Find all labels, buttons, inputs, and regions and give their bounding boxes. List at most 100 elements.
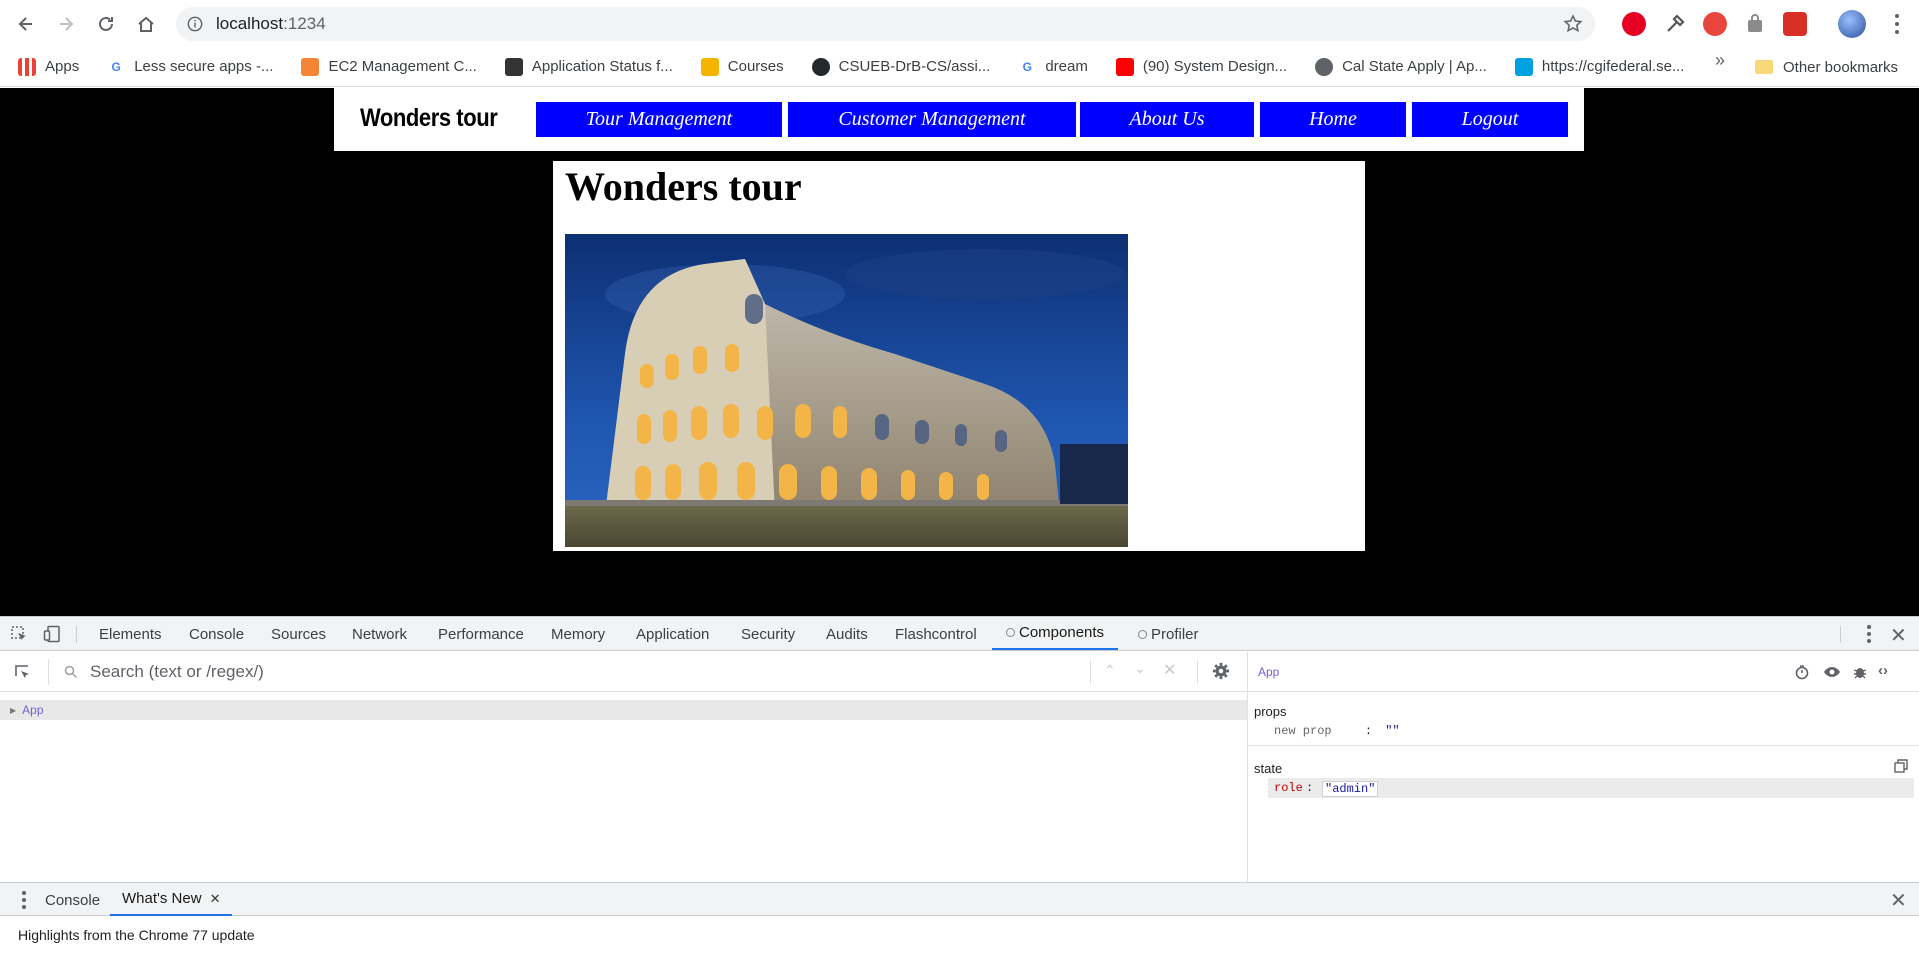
devtools-tab-label: Application: [636, 625, 710, 643]
chrome-menu-icon[interactable]: [1887, 12, 1907, 36]
devtools-tab-label: Memory: [551, 625, 606, 643]
back-button[interactable]: [6, 4, 46, 44]
inspector-header: App ‹›: [1248, 652, 1919, 692]
devtools-menu-icon[interactable]: [1859, 624, 1879, 644]
devtools-tab-audits[interactable]: Audits: [826, 617, 868, 651]
prop-value[interactable]: "": [1385, 724, 1399, 738]
bookmark-label: Less secure apps -...: [134, 58, 274, 75]
react-logo-icon: [1006, 628, 1015, 637]
toolbar-divider: [1840, 626, 1841, 643]
bookmark-item[interactable]: Courses: [700, 47, 784, 87]
bookmark-item[interactable]: Application Status f...: [504, 47, 673, 87]
state-row[interactable]: role : "admin": [1268, 778, 1914, 798]
clear-search-icon[interactable]: ✕: [1163, 660, 1176, 680]
devtools-tab-network[interactable]: Network: [352, 617, 407, 651]
select-component-icon[interactable]: [14, 664, 32, 687]
nav-home[interactable]: Home: [1260, 102, 1406, 137]
devtools-tab-label: Elements: [99, 625, 162, 643]
bookmark-label: CSUEB-DrB-CS/assi...: [838, 58, 991, 75]
forward-button[interactable]: [46, 4, 86, 44]
expand-caret-icon[interactable]: ▶: [10, 706, 16, 715]
devtools-tab-components[interactable]: Components: [992, 617, 1119, 650]
drawer-tab-console[interactable]: Console: [45, 883, 100, 917]
bookmark-item[interactable]: Cal State Apply | Ap...: [1315, 47, 1487, 87]
view-source-icon[interactable]: ‹›: [1878, 662, 1888, 679]
prop-row[interactable]: new prop : "": [1274, 724, 1400, 738]
nav-logout[interactable]: Logout: [1412, 102, 1568, 137]
browser-window: localhost:1234 Apps G Less secure apps -..…: [0, 0, 1919, 957]
address-bar[interactable]: localhost:1234: [176, 7, 1595, 41]
drawer-menu-icon[interactable]: [14, 890, 34, 910]
more-bookmarks-icon[interactable]: »: [1715, 50, 1725, 71]
device-toolbar-icon[interactable]: [43, 625, 61, 643]
toolbar-divider: [76, 626, 77, 643]
prop-colon: :: [1364, 724, 1373, 738]
devtools-tab-label: Performance: [438, 625, 524, 643]
bookmark-item[interactable]: https://cgifederal.se...: [1514, 47, 1685, 87]
youtube-icon: [1115, 57, 1134, 76]
bookmark-label: (90) System Design...: [1142, 58, 1288, 75]
bookmark-label: https://cgifederal.se...: [1541, 58, 1685, 75]
state-value-editor[interactable]: "admin": [1322, 781, 1379, 797]
close-tab-icon[interactable]: ✕: [210, 891, 221, 907]
home-button[interactable]: [126, 4, 166, 44]
devtools-tab-label: Profiler: [1151, 625, 1199, 643]
home-icon: [138, 16, 154, 32]
devtools-tab-label: Sources: [271, 625, 327, 643]
devtools-tab-label: Security: [741, 625, 796, 643]
tree-row-app[interactable]: ▶ App: [0, 700, 1247, 720]
nav-customer-management[interactable]: Customer Management: [788, 102, 1076, 137]
devtools-tab-performance[interactable]: Performance: [438, 617, 524, 651]
eye-icon[interactable]: [1823, 664, 1841, 685]
main-content: Wonders tour: [553, 161, 1365, 551]
profile-avatar[interactable]: [1838, 10, 1866, 38]
bug-icon[interactable]: [1852, 664, 1868, 685]
other-bookmarks[interactable]: Other bookmarks: [1755, 47, 1898, 87]
nav-about-us[interactable]: About Us: [1080, 102, 1254, 137]
prop-key[interactable]: new prop: [1274, 724, 1332, 738]
nav-tour-management[interactable]: Tour Management: [536, 102, 782, 137]
devtools-tab-label: Network: [352, 625, 408, 643]
bookmark-item[interactable]: Apps: [18, 47, 79, 87]
red-square-extension-icon[interactable]: [1783, 12, 1807, 36]
devtools-tab-memory[interactable]: Memory: [551, 617, 605, 651]
component-search-input[interactable]: [54, 658, 1088, 686]
page-title: Wonders tour: [565, 164, 802, 209]
copy-icon[interactable]: [1894, 759, 1908, 778]
reload-button[interactable]: [86, 4, 126, 44]
devtools-tab-application[interactable]: Application: [636, 617, 709, 651]
inspect-element-icon[interactable]: [10, 625, 28, 643]
close-drawer-icon[interactable]: ✕: [1890, 888, 1907, 913]
drawer-tab-whats-new[interactable]: What's New ✕: [110, 883, 233, 916]
red-extension-icon[interactable]: [1703, 12, 1727, 36]
google-icon: G: [1018, 57, 1037, 76]
pinterest-extension-icon[interactable]: [1622, 12, 1646, 36]
bookmark-item[interactable]: (90) System Design...: [1115, 47, 1288, 87]
color-picker-extension-icon[interactable]: [1663, 12, 1687, 36]
bookmarks-bar: Apps G Less secure apps -... EC2 Management…: [0, 47, 1919, 87]
close-devtools-icon[interactable]: ✕: [1890, 623, 1907, 648]
bag-extension-icon[interactable]: [1743, 12, 1767, 36]
stopwatch-icon[interactable]: [1794, 664, 1810, 685]
globe-icon: [1315, 57, 1334, 76]
devtools-tab-profiler[interactable]: Profiler: [1138, 617, 1199, 651]
devtools-tab-elements[interactable]: Elements: [99, 617, 162, 651]
settings-gear-icon[interactable]: [1212, 662, 1230, 685]
devtools-tab-sources[interactable]: Sources: [271, 617, 326, 651]
selected-component-name: App: [1258, 665, 1280, 679]
devtools-tab-label: Audits: [826, 625, 868, 643]
site-info-icon[interactable]: [186, 15, 204, 33]
bookmark-item[interactable]: G Less secure apps -...: [107, 47, 273, 87]
bookmark-star-icon[interactable]: [1563, 14, 1583, 34]
devtools-tab-security[interactable]: Security: [741, 617, 795, 651]
devtools-panel: Elements Console Sources Network Performance…: [0, 616, 1919, 957]
previous-result-icon[interactable]: ⌃: [1104, 662, 1116, 679]
bookmark-item[interactable]: Gdream: [1018, 47, 1088, 87]
devtools-tab-console[interactable]: Console: [189, 617, 244, 651]
bookmark-item[interactable]: CSUEB-DrB-CS/assi...: [811, 47, 991, 87]
whats-new-panel: Highlights from the Chrome 77 update: [0, 916, 1919, 957]
site-brand[interactable]: Wonders tour: [360, 104, 498, 133]
next-result-icon[interactable]: ⌄: [1134, 660, 1146, 677]
bookmark-item[interactable]: EC2 Management C...: [301, 47, 477, 87]
devtools-tab-flashcontrol[interactable]: Flashcontrol: [895, 617, 977, 651]
